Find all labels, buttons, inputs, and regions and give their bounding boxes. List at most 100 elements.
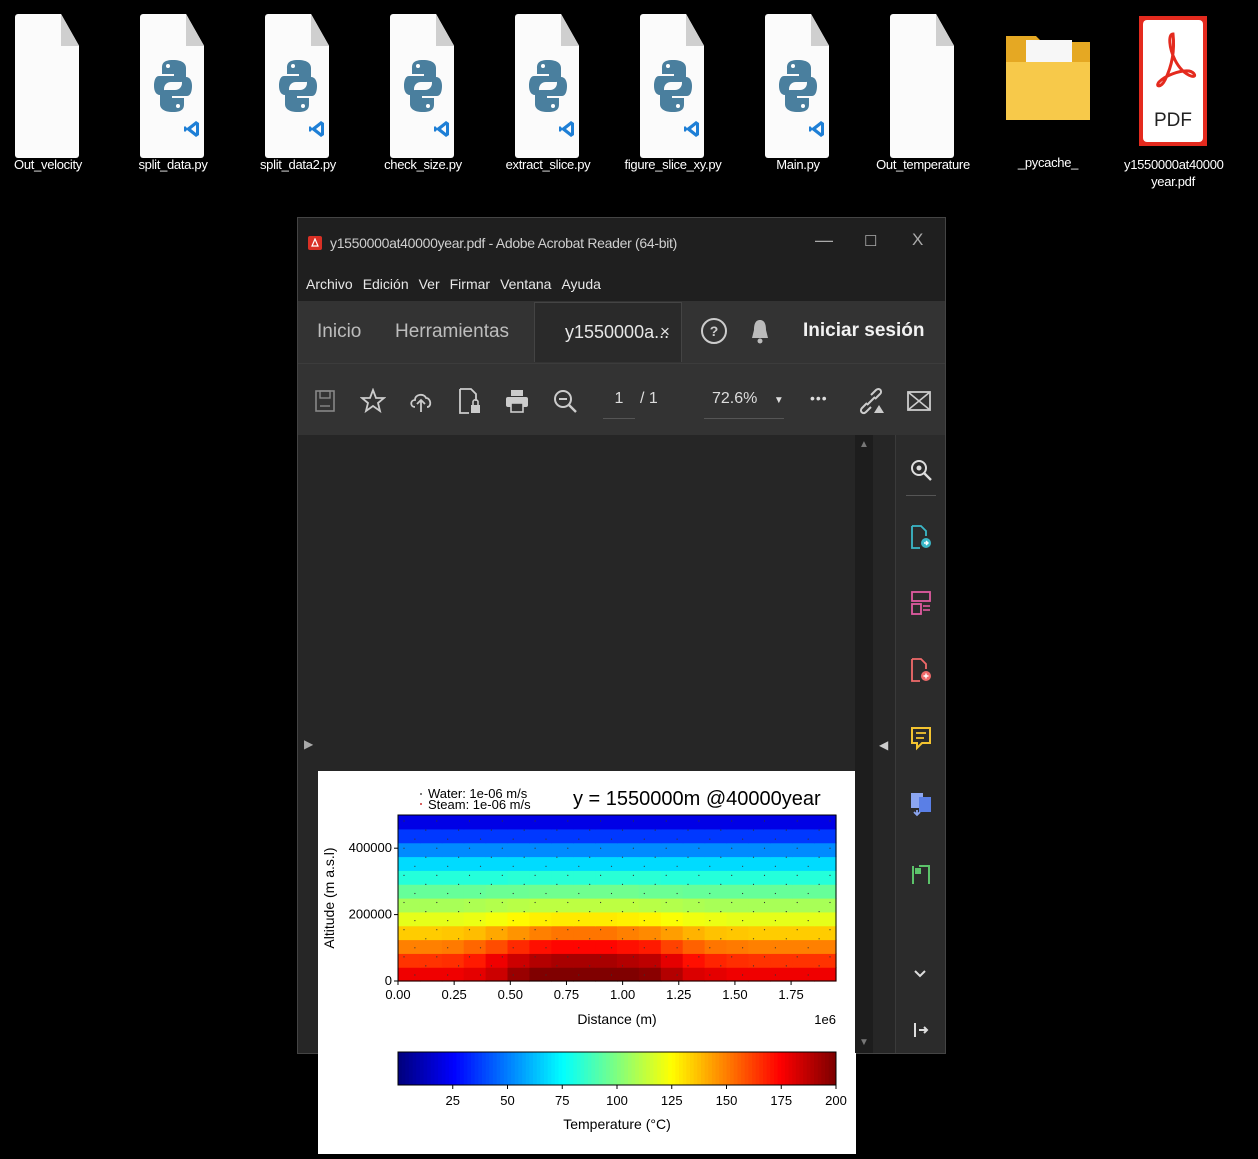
menu-edicion[interactable]: Edición (363, 276, 409, 292)
create-pdf-icon[interactable] (906, 655, 936, 685)
document-viewport[interactable]: ▶ 0.00 0.25 0.50 0.75 1.00 1.25 1.50 1.75 0 20000… (298, 435, 895, 1154)
tab-close-icon[interactable]: × (660, 322, 670, 342)
panel-more-button[interactable] (896, 953, 944, 995)
menu-archivo[interactable]: Archivo (306, 276, 353, 292)
scroll-down-icon[interactable]: ▼ (859, 1037, 869, 1048)
menu-ayuda[interactable]: Ayuda (561, 276, 600, 292)
lock-file-icon[interactable] (454, 386, 484, 416)
colorbar-segment (638, 1052, 644, 1085)
menu-firmar[interactable]: Firmar (450, 276, 490, 292)
comment-icon[interactable] (906, 723, 936, 753)
minimize-button[interactable]: — (815, 230, 833, 251)
colorbar-segment (485, 1052, 490, 1085)
expand-left-icon[interactable]: ▶ (304, 737, 313, 751)
desktop-icon-main-py[interactable]: Main.py (743, 8, 853, 173)
colorbar-segment (423, 1052, 428, 1085)
heatmap-cell (704, 953, 728, 968)
velocity-dot (610, 920, 613, 922)
python-logo-icon (654, 60, 692, 112)
desktop-icon-split-data-py[interactable]: split_data.py (118, 8, 228, 173)
heatmap-cell (617, 842, 640, 858)
colorbar-segment (657, 1052, 662, 1085)
save-icon[interactable] (310, 386, 340, 416)
desktop-icon-figure-slice-xy-py[interactable]: figure_slice_xy.py (618, 8, 728, 173)
menu-ver[interactable]: Ver (419, 276, 440, 292)
colorbar-segment (810, 1052, 815, 1085)
colorbar-segment (828, 1052, 833, 1085)
desktop-icon-check-size-py[interactable]: check_size.py (368, 8, 478, 173)
colorbar-tick-label: 175 (770, 1093, 792, 1108)
velocity-dot (654, 883, 656, 885)
velocity-dot (785, 938, 787, 940)
velocity-dot (556, 938, 558, 940)
heatmap-cell (507, 856, 530, 871)
velocity-dot (676, 892, 678, 895)
collapse-panel-icon[interactable]: ◀ (879, 738, 888, 752)
velocity-dot (403, 847, 405, 849)
velocity-dot (436, 901, 438, 904)
tab-herramientas[interactable]: Herramientas (395, 321, 509, 343)
heatmap-cell (463, 842, 487, 858)
heatmap-cell (419, 939, 443, 954)
heatmap-cell (419, 953, 443, 968)
page-number-input[interactable]: 1 (603, 390, 635, 419)
heatmap-cell (573, 856, 596, 871)
desktop-icon-pycache[interactable]: _pycache_ (993, 8, 1103, 171)
velocity-dot (468, 956, 471, 958)
star-icon[interactable] (358, 386, 388, 416)
heatmap-cell (792, 967, 815, 982)
tab-document[interactable]: y1550000a... × (534, 302, 682, 362)
x-tick-label: 0.50 (498, 987, 523, 1002)
tab-inicio[interactable]: Inicio (317, 321, 361, 343)
maximize-button[interactable]: ☐ (864, 232, 877, 250)
combine-files-icon[interactable] (906, 789, 936, 819)
collapse-right-panel-icon[interactable] (906, 1015, 936, 1045)
heatmap-cell (660, 925, 684, 941)
close-window-button[interactable]: X (912, 230, 923, 250)
velocity-dot (698, 956, 700, 958)
help-icon[interactable]: ? (701, 318, 727, 344)
heatmap-cell (573, 967, 596, 982)
pdf-badge-text: PDF (1154, 110, 1192, 131)
export-pdf-icon[interactable] (906, 522, 936, 552)
colorbar-segment (755, 1052, 760, 1085)
compress-icon[interactable] (906, 860, 936, 890)
title-bar[interactable]: y1550000at40000year.pdf - Adobe Acrobat … (298, 218, 945, 267)
share-link-icon[interactable] (856, 386, 886, 416)
colorbar-segment (405, 1052, 410, 1085)
colorbar-segment (686, 1052, 691, 1085)
zoom-icon[interactable] (906, 455, 936, 485)
colorbar-segment (752, 1052, 757, 1085)
signin-button[interactable]: Iniciar sesión (803, 320, 924, 342)
heatmap-cell (595, 842, 618, 858)
cloud-upload-icon[interactable] (406, 386, 436, 416)
heatmap-cell (441, 828, 465, 844)
bell-icon[interactable] (750, 318, 770, 349)
velocity-dot (578, 892, 580, 895)
desktop-icon-label: check_size.py (384, 157, 462, 172)
desktop-icon-y1550000at40000-year-pdf[interactable]: PDF y1550000at40000 year.pdf (1118, 8, 1228, 190)
menu-ventana[interactable]: Ventana (500, 276, 551, 292)
heatmap-cell (792, 925, 815, 941)
desktop-icon-extract-slice-py[interactable]: extract_slice.py (493, 8, 603, 173)
organize-pages-icon[interactable] (906, 588, 936, 618)
scroll-up-icon[interactable]: ▲ (859, 439, 869, 450)
desktop-icon-out-temperature[interactable]: Out_temperature (868, 8, 978, 173)
python-logo-icon (529, 60, 567, 112)
email-icon[interactable] (904, 386, 934, 416)
print-icon[interactable] (502, 386, 532, 416)
heatmap-cell (507, 967, 530, 982)
velocity-dot (512, 947, 514, 949)
zoom-out-icon[interactable] (550, 386, 580, 416)
python-logo-icon (279, 60, 317, 112)
desktop-icon-out-velocity[interactable]: Out_velocity (0, 8, 103, 173)
more-tools-button[interactable]: ••• (810, 390, 828, 406)
zoom-dropdown[interactable]: 72.6% ▼ (704, 390, 784, 419)
heatmap-cell (682, 925, 706, 941)
heatmap-cell (398, 939, 421, 954)
vertical-scrollbar[interactable]: ▲ ▼ (855, 435, 873, 1053)
colorbar-segment (511, 1052, 516, 1085)
desktop-icon-split-data2-py[interactable]: split_data2.py (243, 8, 353, 173)
colorbar-segment (595, 1052, 600, 1085)
colorbar-segment (737, 1052, 742, 1085)
